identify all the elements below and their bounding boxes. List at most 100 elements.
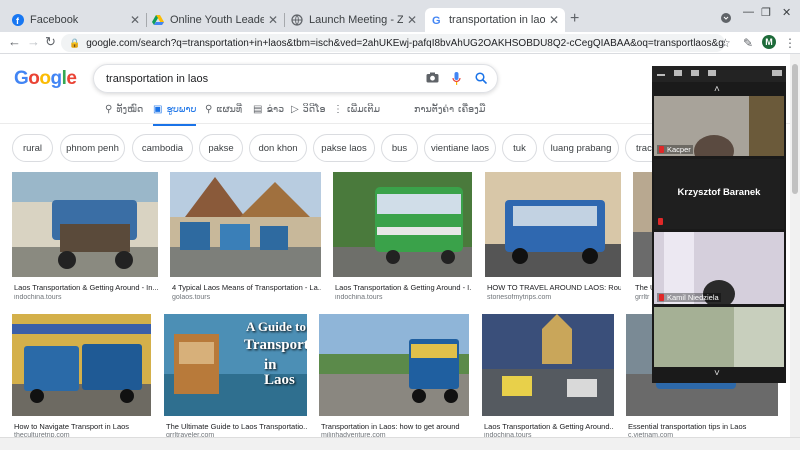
tools-link[interactable]: ເຄື່ອງມື [458,104,485,115]
tab-more[interactable]: ⋮ ເພີ່ມເຕີມ [333,104,380,115]
chip-tuk[interactable]: tuk [502,134,537,162]
bookmark-star-icon[interactable]: ☆ [720,36,731,50]
browser-toolbar: ← → ↻ 🔒 google.com/search?q=transportati… [0,32,800,54]
chip-cambodia[interactable]: cambodia [132,134,193,162]
fullscreen-icon[interactable] [772,70,782,76]
extensions-icon[interactable]: ✎ [743,36,753,50]
result-image-4[interactable] [485,172,621,277]
result-source: indochina.tours [335,294,383,301]
tab-google-search[interactable]: G transportation in laos - Google S ✕ [425,8,565,32]
result-image-3[interactable] [333,172,472,277]
result-image-5[interactable] [633,172,653,277]
minimize-icon[interactable] [657,74,665,76]
muted-mic-icon [659,294,664,301]
microphone-icon[interactable] [452,72,461,88]
result-image-6[interactable] [12,314,151,416]
close-window-icon[interactable]: ✕ [782,6,791,19]
result-caption[interactable]: Laos Transportation & Getting Around - I… [14,283,158,292]
new-tab-button[interactable]: + [570,11,579,27]
scroll-down-icon[interactable]: ˅ [714,368,720,379]
camera-icon[interactable] [426,72,439,86]
chip-bus[interactable]: bus [381,134,418,162]
tab-all[interactable]: ⚲ ທັງໝົດ [105,104,143,115]
result-image-9[interactable] [482,314,614,416]
scrollbar-thumb[interactable] [792,64,798,194]
browser-tabstrip: f Facebook ✕ Online Youth Leaders Tasks.… [0,0,800,32]
chip-vientiane-laos[interactable]: vientiane laos [424,134,496,162]
participant-tile[interactable]: Kamil Niedziela [654,232,784,308]
result-caption[interactable]: Laos Transportation & Getting Around - I… [335,283,472,292]
search-icon[interactable] [475,72,488,87]
tab-search-icon[interactable] [721,13,731,26]
result-caption[interactable]: How to Navigate Transport in Laos [14,422,151,431]
google-drive-icon [152,14,164,26]
chip-pakse-laos[interactable]: pakse laos [313,134,375,162]
tab-news[interactable]: ▤ ຂ່າວ [253,104,284,115]
tab-title: Online Youth Leaders Tasks.xlsx [170,14,264,26]
gallery-view-icon[interactable] [708,70,716,76]
menu-dots-icon[interactable]: ⋮ [784,36,796,50]
close-icon[interactable]: ✕ [130,13,140,27]
settings-link[interactable]: ການຕັ້ງຄ່າ [414,104,454,115]
result-image-7[interactable]: A Guide to Transportation in Laos [164,314,307,416]
close-icon[interactable]: ✕ [268,13,278,27]
forward-icon[interactable]: → [27,35,40,49]
google-logo[interactable]: Google [14,68,77,90]
address-bar[interactable]: 🔒 google.com/search?q=transportation+in+… [61,34,725,52]
close-icon[interactable]: ✕ [407,13,417,27]
image-icon: ▣ [153,104,163,115]
tab-online-youth-leaders[interactable]: Online Youth Leaders Tasks.xlsx ✕ [146,8,284,32]
close-icon[interactable]: ✕ [549,13,559,27]
result-caption[interactable]: Transportation in Laos: how to get aroun… [321,422,469,431]
tab-label: ຮູບພາບ [166,104,197,115]
tab-title: Facebook [30,14,79,26]
result-caption[interactable]: HOW TO TRAVEL AROUND LAOS: Route... [487,283,621,292]
result-caption[interactable]: The U [635,283,652,292]
image-overlay-title: Transportation [244,337,307,353]
reload-icon[interactable]: ↻ [45,35,56,49]
tab-launch-meeting-zoom[interactable]: Launch Meeting - Zoom ✕ [285,8,423,32]
image-overlay-title: A Guide to [246,319,306,334]
result-image-2[interactable] [170,172,321,277]
back-icon[interactable]: ← [8,35,21,49]
zoom-panel-toolbar [652,66,786,82]
tab-title: transportation in laos - Google S [449,14,545,26]
result-source: storiesofmytrips.com [487,294,552,301]
result-image-1[interactable] [12,172,158,277]
tab-images[interactable]: ▣ ຮູບພາບ [153,104,197,126]
tab-title: Launch Meeting - Zoom [309,14,403,26]
result-source: grrltr [635,294,650,301]
search-input[interactable]: transportation in laos [93,64,498,93]
video-icon: ▷ [291,104,299,115]
chip-pakse[interactable]: pakse [199,134,243,162]
tab-facebook[interactable]: f Facebook ✕ [6,8,146,32]
scroll-up-icon[interactable]: ˄ [714,84,720,95]
strip-view-icon[interactable] [691,70,699,76]
globe-icon [291,14,303,26]
result-caption[interactable]: 4 Typical Laos Means of Transportation -… [172,283,321,292]
tab-maps[interactable]: ⚲ ແຜນທີ່ [205,104,242,115]
maximize-icon[interactable]: ❐ [761,6,771,19]
result-caption[interactable]: Essential transportation tips in Laos [628,422,778,431]
result-caption[interactable]: Laos Transportation & Getting Around... [484,422,614,431]
tab-videos[interactable]: ▷ ວິດີໂອ [291,104,325,115]
chip-rural[interactable]: rural [12,134,53,162]
chip-phnom-penh[interactable]: phnom penh [60,134,125,162]
chip-luang-prabang[interactable]: luang prabang [543,134,619,162]
speaker-view-icon[interactable] [674,70,682,76]
zoom-video-panel[interactable]: ˄ Kacper Krzysztof Baranek Kamil Niedzie… [652,66,786,383]
participant-tile[interactable] [654,307,784,367]
participant-tile[interactable]: Kacper [654,96,784,167]
participant-tile[interactable]: Krzysztof Baranek [654,159,784,229]
horizontal-scrollbar[interactable] [0,437,800,450]
google-icon: G [431,14,443,26]
page-scrollbar[interactable] [790,54,800,437]
result-caption[interactable]: The Ultimate Guide to Laos Transportatio… [166,422,307,431]
chip-don-khon[interactable]: don khon [249,134,307,162]
facebook-icon: f [12,14,24,26]
result-image-8[interactable] [319,314,469,416]
tab-label: ແຜນທີ່ [216,104,243,115]
lock-icon: 🔒 [69,37,81,48]
profile-avatar[interactable]: M [762,35,776,49]
minimize-icon[interactable]: — [743,6,754,18]
